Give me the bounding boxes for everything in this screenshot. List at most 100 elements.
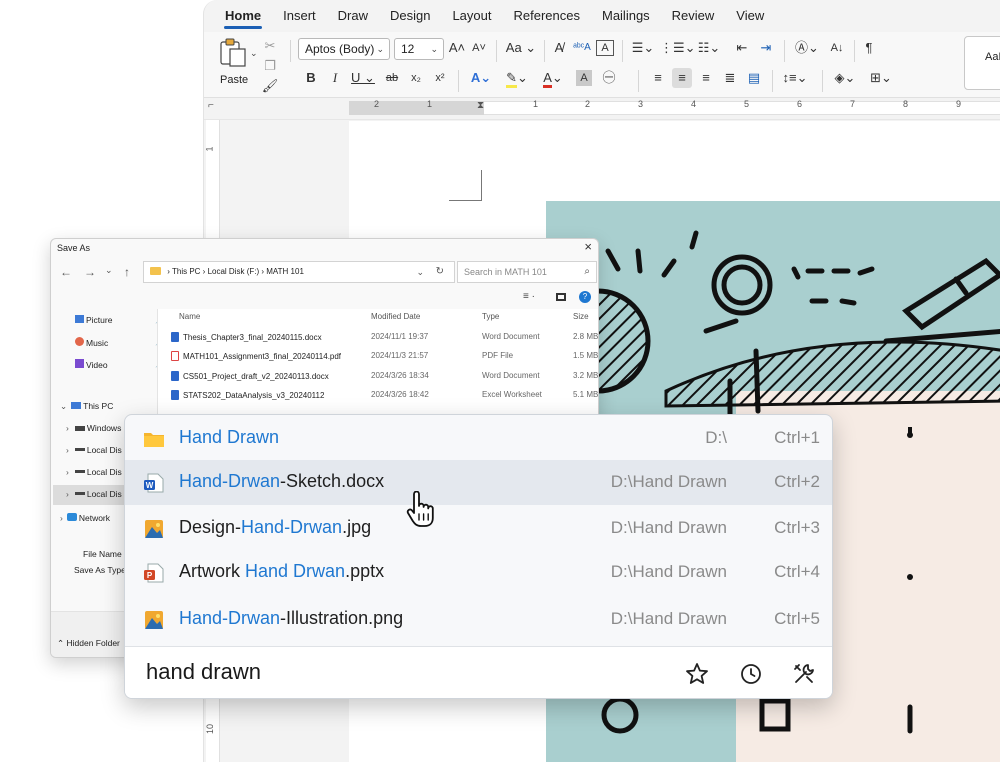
tab-references[interactable]: References bbox=[503, 0, 591, 32]
result-shortcut: Ctrl+2 bbox=[774, 472, 820, 491]
shrink-font-icon[interactable]: A˅ bbox=[470, 38, 488, 58]
close-icon[interactable]: × bbox=[584, 239, 592, 254]
numbering-icon[interactable]: ⋮☰⌄ bbox=[660, 38, 696, 58]
font-color-icon[interactable]: A⌄ bbox=[538, 68, 568, 88]
tab-draw[interactable]: Draw bbox=[327, 0, 379, 32]
font-name-select[interactable]: Aptos (Body) ⌄ bbox=[298, 38, 390, 60]
column-size[interactable]: Size bbox=[573, 312, 589, 321]
strikethrough-button[interactable]: ab bbox=[384, 68, 400, 88]
breadcrumb-local-disk[interactable]: Local Disk (F:) bbox=[208, 267, 260, 276]
font-size-select[interactable]: 12 ⌄ bbox=[394, 38, 444, 60]
nav-item-windows-drive[interactable]: › Windows bbox=[66, 423, 121, 433]
tools-icon[interactable] bbox=[791, 661, 817, 687]
multilevel-list-icon[interactable]: ☷⌄ bbox=[694, 38, 724, 58]
column-type[interactable]: Type bbox=[482, 312, 499, 321]
style-gallery[interactable]: AaB bbox=[964, 36, 1000, 90]
tab-layout[interactable]: Layout bbox=[441, 0, 502, 32]
increase-indent-icon[interactable]: ⇥ bbox=[756, 38, 776, 58]
view-options-icon[interactable]: ≡ · bbox=[523, 291, 535, 302]
recent-locations-icon[interactable]: ⌄ bbox=[105, 265, 113, 276]
format-painter-icon[interactable]: 🖌 bbox=[260, 76, 280, 96]
show-formatting-marks-icon[interactable]: ¶ bbox=[860, 38, 878, 58]
character-border-icon[interactable]: A bbox=[596, 40, 614, 56]
decrease-indent-icon[interactable]: ⇤ bbox=[732, 38, 752, 58]
tab-insert[interactable]: Insert bbox=[272, 0, 327, 32]
clear-formatting-icon[interactable]: A̸ bbox=[550, 38, 568, 58]
subscript-button[interactable]: x₂ bbox=[408, 68, 424, 88]
nav-item-local-disk[interactable]: › Local Dis bbox=[66, 467, 122, 477]
file-row[interactable]: Thesis_Chapter3_final_20240115.docx 2024… bbox=[157, 328, 598, 347]
align-right-button[interactable]: ≡ bbox=[696, 68, 716, 88]
nav-item-picture[interactable]: Picture📌 bbox=[75, 315, 165, 325]
superscript-button[interactable]: x² bbox=[432, 68, 448, 88]
justify-button[interactable]: ≣ bbox=[720, 68, 740, 88]
history-clock-icon[interactable] bbox=[738, 661, 764, 687]
text-effects-icon[interactable]: A⌄ bbox=[466, 68, 496, 88]
nav-item-music[interactable]: Music📌 bbox=[75, 337, 165, 348]
refresh-icon[interactable]: ↻ bbox=[436, 262, 444, 282]
align-center-button[interactable]: ≡ bbox=[672, 68, 692, 88]
bold-button[interactable]: B bbox=[304, 68, 318, 88]
help-icon[interactable]: ? bbox=[579, 291, 591, 303]
line-spacing-icon[interactable]: ↕≡⌄ bbox=[780, 68, 810, 88]
up-arrow-icon[interactable]: ↑ bbox=[124, 265, 130, 279]
search-query-input[interactable]: hand drawn bbox=[146, 659, 261, 685]
tab-view[interactable]: View bbox=[725, 0, 775, 32]
italic-button[interactable]: I bbox=[328, 68, 342, 88]
result-item[interactable]: Design-Hand-Drwan.jpg D:\Hand Drawn Ctrl… bbox=[125, 506, 832, 551]
result-item[interactable]: Hand-Drwan-Illustration.png D:\Hand Draw… bbox=[125, 597, 832, 642]
preview-pane-icon[interactable] bbox=[556, 293, 566, 301]
paste-dropdown-icon[interactable]: ⌄ bbox=[250, 48, 258, 59]
search-bar: hand drawn bbox=[125, 646, 832, 698]
address-bar[interactable]: › This PC › Local Disk (F:) › MATH 101 ⌄… bbox=[143, 261, 455, 283]
file-row[interactable]: MATH101_Assignment3_final_20240114.pdf 2… bbox=[157, 347, 598, 366]
file-row[interactable]: CS501_Project_draft_v2_20240113.docx 202… bbox=[157, 367, 598, 386]
bullets-icon[interactable]: ☰⌄ bbox=[628, 38, 658, 58]
nav-item-this-pc[interactable]: ⌄ This PC bbox=[60, 401, 113, 412]
borders-icon[interactable]: ⊞⌄ bbox=[866, 68, 896, 88]
tab-selector-icon[interactable]: ⌐ bbox=[208, 100, 214, 111]
result-item[interactable]: Hand Drawn D:\ Ctrl+1 bbox=[125, 416, 832, 461]
column-name[interactable]: Name bbox=[179, 312, 200, 321]
hidden-folder-toggle[interactable]: ⌃ Hidden Folder bbox=[57, 638, 120, 649]
nav-item-local-disk[interactable]: › Local Dis bbox=[66, 445, 122, 455]
tab-mailings[interactable]: Mailings bbox=[591, 0, 661, 32]
phonetic-guide-icon[interactable]: ᵃᵇᶜA bbox=[572, 38, 592, 58]
sort-icon[interactable]: A↓ bbox=[828, 38, 846, 58]
cut-icon[interactable]: ✂ bbox=[262, 36, 278, 56]
forward-arrow-icon[interactable]: → bbox=[84, 265, 96, 279]
search-input[interactable]: Search in MATH 101 ⌕ bbox=[457, 261, 597, 283]
tab-review[interactable]: Review bbox=[661, 0, 726, 32]
breadcrumb-this-pc[interactable]: This PC bbox=[172, 267, 200, 276]
result-shortcut: Ctrl+1 bbox=[774, 428, 820, 447]
horizontal-ruler[interactable]: ⌐ 2 1 ⧗ 1 2 3 4 5 6 7 8 9 bbox=[204, 98, 1000, 120]
nav-item-video[interactable]: Video📌 bbox=[75, 359, 165, 370]
result-item[interactable]: P Artwork Hand Drwan.pptx D:\Hand Drawn … bbox=[125, 550, 832, 595]
distributed-button[interactable]: ▤ bbox=[744, 68, 764, 88]
breadcrumb-math-101[interactable]: MATH 101 bbox=[266, 267, 304, 276]
back-arrow-icon[interactable]: ← bbox=[60, 265, 72, 279]
tab-home[interactable]: Home bbox=[214, 0, 272, 32]
nav-item-network[interactable]: › Network bbox=[60, 513, 110, 523]
address-dropdown-icon[interactable]: ⌄ bbox=[416, 262, 424, 282]
star-icon[interactable] bbox=[684, 661, 710, 687]
enclose-characters-icon[interactable]: ㊀ bbox=[600, 68, 618, 88]
asian-layout-icon[interactable]: Ⓐ⌄ bbox=[792, 38, 822, 58]
nav-item-local-disk-selected[interactable]: › Local Dis bbox=[66, 489, 122, 499]
paste-button[interactable]: ⌄ Paste bbox=[214, 38, 258, 90]
underline-button[interactable]: U ⌄ bbox=[350, 68, 376, 88]
character-shading-icon[interactable]: A bbox=[576, 70, 592, 86]
file-row[interactable]: STATS202_DataAnalysis_v3_20240112 2024/3… bbox=[157, 386, 598, 405]
grow-font-icon[interactable]: A˄ bbox=[448, 38, 466, 58]
shading-icon[interactable]: ◈⌄ bbox=[830, 68, 860, 88]
highlight-color-icon[interactable]: ✎⌄ bbox=[502, 68, 532, 88]
indent-marker-icon[interactable]: ⧗ bbox=[477, 100, 484, 111]
result-item-highlighted[interactable]: W Hand-Drwan-Sketch.docx D:\Hand Drawn C… bbox=[125, 460, 832, 505]
column-modified-date[interactable]: Modified Date bbox=[371, 312, 420, 321]
margin-corner-mark bbox=[449, 170, 482, 201]
copy-icon[interactable]: ❐ bbox=[262, 56, 278, 76]
align-left-button[interactable]: ≡ bbox=[648, 68, 668, 88]
tab-design[interactable]: Design bbox=[379, 0, 441, 32]
picture-icon bbox=[75, 315, 84, 323]
change-case-icon[interactable]: Aa ⌄ bbox=[504, 38, 538, 58]
